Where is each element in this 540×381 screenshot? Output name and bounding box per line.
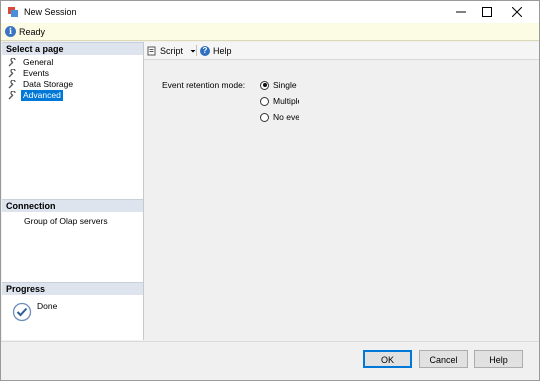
radio-checked-icon <box>260 80 269 90</box>
radio-unchecked-icon <box>260 96 269 106</box>
progress-check-icon <box>12 302 32 322</box>
new-session-window: New Session i Ready Select a page Genera… <box>0 0 540 381</box>
ok-button[interactable]: OK <box>363 350 412 368</box>
page-item-label: Events <box>23 68 49 78</box>
cancel-button[interactable]: Cancel <box>419 350 468 368</box>
progress-value: Done <box>37 301 58 311</box>
info-icon: i <box>5 26 16 37</box>
connection-value: Group of Olap servers <box>24 216 108 226</box>
help-toolbar-button[interactable]: ? Help <box>200 45 232 57</box>
connection-header: Connection <box>2 199 143 212</box>
button-bar: OK Cancel Help <box>1 341 539 380</box>
progress-header: Progress <box>2 282 143 295</box>
select-page-header: Select a page <box>2 42 143 55</box>
maximize-button[interactable] <box>472 1 502 23</box>
page-item-events[interactable]: Events <box>8 68 51 79</box>
page-item-data-storage[interactable]: Data Storage <box>8 79 75 90</box>
radio-unchecked-icon <box>260 112 269 122</box>
wrench-icon <box>8 80 16 89</box>
close-icon <box>512 7 522 17</box>
left-pane: Select a page General Events Data Storag… <box>2 42 144 340</box>
status-bar: i Ready <box>1 23 539 41</box>
toolbar-separator <box>196 45 197 56</box>
radio-no-event-loss[interactable]: No event loss <box>260 112 299 122</box>
radio-label: Single event loss <box>273 80 299 90</box>
minimize-icon <box>456 11 466 13</box>
radio-single-event-loss[interactable]: Single event loss <box>260 80 299 90</box>
session-app-icon <box>8 7 18 17</box>
radio-label: Multiple event loss <box>273 96 299 106</box>
page-item-label: General <box>23 57 54 67</box>
help-button[interactable]: Help <box>474 350 523 368</box>
status-text: Ready <box>19 27 46 37</box>
page-item-advanced[interactable]: Advanced <box>8 90 63 101</box>
event-retention-label: Event retention mode: <box>162 80 246 90</box>
page-item-label: Data Storage <box>23 79 74 89</box>
toolbar: Script ? Help <box>144 42 539 60</box>
wrench-icon <box>8 69 16 78</box>
help-toolbar-label: Help <box>213 46 232 56</box>
script-button[interactable]: Script <box>147 45 197 57</box>
wrench-icon <box>8 91 16 100</box>
title-bar[interactable]: New Session <box>1 1 539 23</box>
maximize-icon <box>482 7 492 17</box>
page-item-label: Advanced <box>21 90 63 101</box>
radio-multiple-event-loss[interactable]: Multiple event loss <box>260 96 299 106</box>
window-title: New Session <box>24 7 77 17</box>
wrench-icon <box>8 58 16 67</box>
script-label: Script <box>160 46 184 56</box>
close-button[interactable] <box>502 1 532 23</box>
radio-label: No event loss <box>273 112 299 122</box>
page-item-general[interactable]: General <box>8 57 55 68</box>
right-pane: Script ? Help Event retention mode: Sing… <box>144 42 539 340</box>
script-icon <box>147 46 156 56</box>
help-icon: ? <box>200 46 210 56</box>
